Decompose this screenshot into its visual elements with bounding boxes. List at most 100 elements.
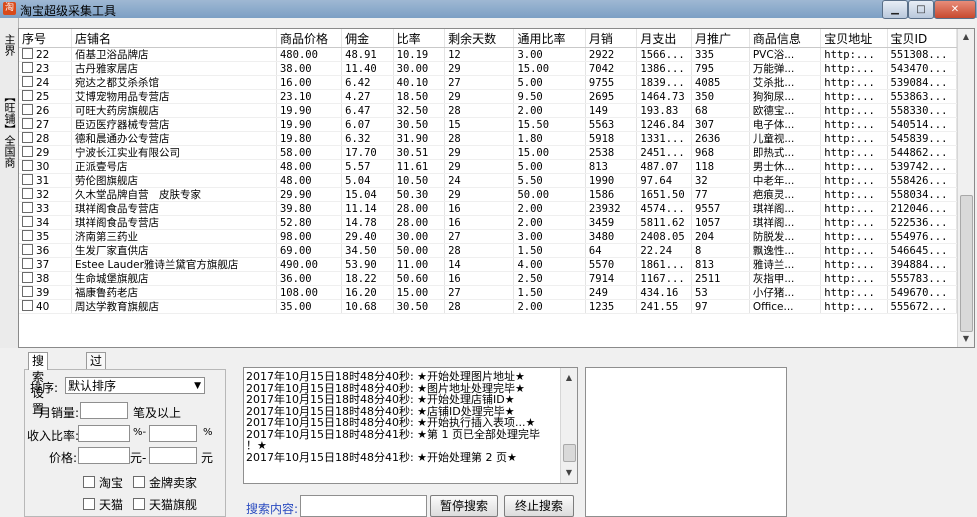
table-cell: 琪祥阁食品专营店: [71, 215, 277, 230]
table-row[interactable]: 29 宁波长江实业有限公司 58.00 17.70 30.51 29 15.00 2538 24…: [19, 145, 957, 160]
tab-filter-options[interactable]: 过滤选项: [86, 352, 107, 416]
column-header[interactable]: 宝贝地址: [820, 29, 888, 48]
table-cell: 7914: [585, 271, 638, 286]
table-row[interactable]: 32 久木堂品牌自营 皮肤专家 29.90 15.04 50.30 29 50.00 1586…: [19, 187, 957, 202]
search-content-input[interactable]: [300, 495, 427, 517]
table-cell: 28.00: [393, 201, 446, 216]
side-tab-store[interactable]: 【旺铺】全国商: [2, 74, 16, 184]
row-checkbox[interactable]: [22, 300, 33, 311]
table-cell: 琪祥阁...: [749, 215, 822, 230]
row-checkbox[interactable]: [22, 62, 33, 73]
table-row[interactable]: 25 艾博宠物用品专营店 23.10 4.27 18.50 29 9.50 2695 1464.…: [19, 89, 957, 104]
log-scroll-down-icon[interactable]: ▼: [561, 465, 577, 481]
row-checkbox[interactable]: [22, 202, 33, 213]
row-checkbox[interactable]: [22, 286, 33, 297]
row-checkbox[interactable]: [22, 244, 33, 255]
scroll-up-icon[interactable]: ▲: [958, 29, 974, 45]
table-row[interactable]: 39 福康鲁药老店 108.00 16.20 15.00 27 1.50 249 434.16 5…: [19, 285, 957, 300]
price-min-input[interactable]: [78, 447, 130, 464]
table-row[interactable]: 35 济南第三药业 98.00 29.40 30.00 27 3.00 3480 2408.05…: [19, 229, 957, 244]
row-checkbox[interactable]: [22, 90, 33, 101]
table-row[interactable]: 24 宛达之都艾杀杀馆 16.00 6.42 40.10 27 5.00 9755 1839..…: [19, 75, 957, 90]
log-scrollbar[interactable]: ▲ ▼: [560, 368, 577, 483]
side-tab-main[interactable]: 主界: [2, 28, 16, 62]
row-index-cell: 23: [19, 61, 73, 76]
checkbox-tmall[interactable]: 天猫: [83, 496, 123, 513]
table-row[interactable]: 37 Estee Lauder雅诗兰黛官方旗舰店 490.00 53.90 11.00 1…: [19, 257, 957, 272]
table-row[interactable]: 30 正派壹号店 48.00 5.57 11.61 29 5.00 813 487.07 118 男…: [19, 159, 957, 174]
pause-search-button[interactable]: 暂停搜索: [430, 495, 498, 517]
table-row[interactable]: 22 佰基卫浴品牌店 480.00 48.91 10.19 12 3.00 2922 1566.…: [19, 47, 957, 62]
price-max-input[interactable]: [149, 447, 197, 464]
log-scroll-up-icon[interactable]: ▲: [561, 370, 577, 386]
table-row[interactable]: 23 古丹雅家居店 38.00 11.40 30.00 29 15.00 7042 1386..…: [19, 61, 957, 76]
log-textarea[interactable]: 2017年10月15日18时48分40秒: ★开始处理图片地址★ 2017年10月…: [243, 367, 578, 484]
table-row[interactable]: 28 德和晨通办公专营店 19.80 6.32 31.90 28 1.80 5918 1331.…: [19, 131, 957, 146]
table-row[interactable]: 38 生命城堡旗舰店 36.00 18.22 50.60 16 2.50 7914 1167..…: [19, 271, 957, 286]
column-header[interactable]: 剩余天数: [444, 29, 515, 48]
column-header[interactable]: 佣金: [341, 29, 394, 48]
row-checkbox[interactable]: [22, 146, 33, 157]
income-ratio-min-input[interactable]: [78, 425, 130, 442]
table-cell: 15.50: [513, 117, 586, 132]
table-scrollbar[interactable]: ▲ ▼: [957, 29, 974, 347]
table-row[interactable]: 31 劳伦图旗舰店 48.00 5.04 10.50 24 5.50 1990 97.64 32 中…: [19, 173, 957, 188]
table-cell: 飘逸性...: [749, 243, 822, 258]
checkbox-taobao[interactable]: 淘宝: [83, 474, 123, 491]
column-header[interactable]: 商品价格: [276, 29, 343, 48]
column-header[interactable]: 宝贝ID: [887, 29, 957, 48]
table-cell: 549670...: [887, 285, 957, 300]
row-checkbox[interactable]: [22, 118, 33, 129]
table-cell: 19.90: [276, 103, 343, 118]
table-row[interactable]: 27 臣迈医疗器械专营店 19.90 6.07 30.50 15 15.50 5563 1246…: [19, 117, 957, 132]
checkbox-tmall-flagship[interactable]: 天猫旗舰: [133, 496, 197, 513]
table-row[interactable]: 40 周达学教育旗舰店 35.00 10.68 30.50 28 2.00 1235 241.5…: [19, 299, 957, 314]
column-header[interactable]: 月推广: [691, 29, 750, 48]
table-cell: 宛达之都艾杀杀馆: [71, 75, 277, 90]
table-cell: 欧德宝...: [749, 103, 822, 118]
table-cell: 40.10: [393, 75, 446, 90]
row-index: 33: [36, 203, 50, 215]
row-checkbox[interactable]: [22, 188, 33, 199]
row-checkbox[interactable]: [22, 160, 33, 171]
log-scroll-thumb[interactable]: [563, 444, 576, 462]
stop-search-button[interactable]: 终止搜索: [504, 495, 574, 517]
table-row[interactable]: 33 琪祥阁食品专营店 39.80 11.14 28.00 16 2.00 23932 4574…: [19, 201, 957, 216]
tab-search-settings[interactable]: 搜索设置: [28, 352, 49, 416]
row-checkbox[interactable]: [22, 76, 33, 87]
checkbox-gold-seller[interactable]: 金牌卖家: [133, 474, 197, 491]
table-cell: 249: [585, 285, 638, 300]
row-checkbox[interactable]: [22, 258, 33, 269]
minimize-button[interactable]: ▁: [882, 0, 908, 19]
row-checkbox[interactable]: [22, 230, 33, 241]
row-checkbox[interactable]: [22, 216, 33, 227]
column-header[interactable]: 比率: [393, 29, 446, 48]
monthly-sales-input[interactable]: [80, 402, 128, 419]
results-table: 序号 店铺名 商品价格 佣金 比率 剩余天数 通用比率 月销 月支出 月推广 商品信息 宝贝地址 宝贝I…: [18, 28, 975, 348]
income-ratio-max-input[interactable]: [149, 425, 197, 442]
table-cell: 生命城堡旗舰店: [71, 271, 277, 286]
row-checkbox[interactable]: [22, 48, 33, 59]
table-row[interactable]: 26 可旺大药房旗舰店 19.90 6.47 32.50 28 2.00 149 193.83 6…: [19, 103, 957, 118]
scroll-thumb[interactable]: [960, 195, 973, 332]
row-checkbox[interactable]: [22, 132, 33, 143]
column-header[interactable]: 月销: [585, 29, 638, 48]
table-cell: 男士休...: [749, 159, 822, 174]
column-header[interactable]: 序号: [19, 29, 73, 48]
close-button[interactable]: ✕: [934, 0, 976, 19]
scroll-down-icon[interactable]: ▼: [958, 331, 974, 347]
column-header[interactable]: 月支出: [636, 29, 693, 48]
maximize-button[interactable]: □: [908, 0, 934, 19]
sort-select[interactable]: 默认排序 ▼: [65, 377, 205, 394]
table-cell: 灰指甲...: [749, 271, 822, 286]
row-checkbox[interactable]: [22, 174, 33, 185]
column-header[interactable]: 通用比率: [513, 29, 586, 48]
column-header[interactable]: 店铺名: [71, 29, 277, 48]
row-checkbox[interactable]: [22, 104, 33, 115]
row-checkbox[interactable]: [22, 272, 33, 283]
table-row[interactable]: 36 生发厂家直供店 69.00 34.50 50.00 28 1.50 64 22.24 8 飘逸…: [19, 243, 957, 258]
table-row[interactable]: 34 琪祥阁食品专营店 52.80 14.78 28.00 16 2.00 3459 5811.…: [19, 215, 957, 230]
column-header[interactable]: 商品信息: [749, 29, 822, 48]
table-cell: 琪祥阁...: [749, 201, 822, 216]
price-unit: 元: [201, 451, 214, 465]
